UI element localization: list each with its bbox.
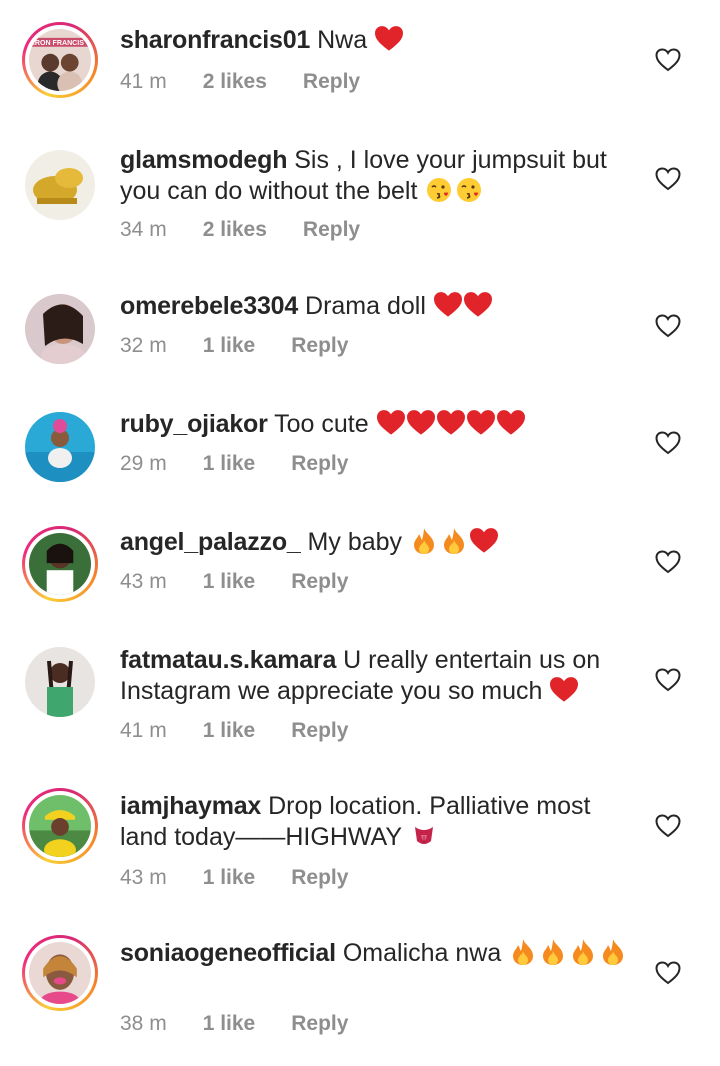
likes-count[interactable]: 1 like	[203, 452, 256, 476]
comment-body: Nwa	[310, 26, 368, 54]
reply-button[interactable]: Reply	[291, 570, 348, 594]
svg-text:ARON FRANCIS T: ARON FRANCIS T	[30, 39, 91, 47]
user-avatar[interactable]	[22, 788, 98, 864]
red-heart-emoji-icon	[496, 410, 525, 436]
like-heart-icon[interactable]	[655, 314, 681, 338]
comment-username[interactable]: glamsmodegh	[120, 146, 287, 174]
like-heart-icon[interactable]	[655, 48, 681, 72]
comment-meta: 41 m 2 likes Reply	[120, 70, 360, 94]
user-avatar[interactable]	[25, 150, 95, 220]
reply-button[interactable]: Reply	[303, 70, 360, 94]
comment-text: angel_palazzo_ My baby	[120, 527, 630, 558]
like-heart-icon[interactable]	[655, 550, 681, 574]
comment-meta: 34 m 2 likes Reply	[120, 218, 360, 242]
red-heart-emoji-icon	[436, 410, 465, 436]
kissing-face-emoji-icon	[425, 177, 453, 203]
reply-button[interactable]: Reply	[291, 1012, 348, 1036]
comment-time: 32 m	[120, 334, 167, 357]
comment-username[interactable]: angel_palazzo_	[120, 528, 301, 556]
red-heart-emoji-icon	[463, 292, 492, 318]
likes-count[interactable]: 1 like	[203, 334, 256, 358]
comment-username[interactable]: iamjhaymax	[120, 792, 261, 820]
comment-time: 29 m	[120, 452, 167, 475]
fire-emoji-icon	[509, 939, 537, 965]
red-heart-emoji-icon	[406, 410, 435, 436]
comment-time: 38 m	[120, 1012, 167, 1035]
fire-emoji-icon	[539, 939, 567, 965]
comment-meta: 41 m 1 like Reply	[120, 719, 348, 743]
fire-emoji-icon	[410, 528, 438, 554]
comment-username[interactable]: ruby_ojiakor	[120, 410, 268, 438]
comment-text: omerebele3304 Drama doll	[120, 291, 630, 322]
like-heart-icon[interactable]	[655, 814, 681, 838]
red-heart-emoji-icon	[550, 677, 579, 703]
reply-button[interactable]: Reply	[303, 218, 360, 242]
comment-time: 41 m	[120, 719, 167, 742]
comment-meta: 32 m 1 like Reply	[120, 334, 348, 358]
red-heart-emoji-icon	[376, 410, 405, 436]
red-heart-emoji-icon	[375, 26, 404, 52]
like-heart-icon[interactable]	[655, 668, 681, 692]
red-heart-emoji-icon	[470, 528, 498, 554]
comment-body: Too cute	[267, 410, 369, 438]
user-avatar[interactable]	[25, 412, 95, 482]
reply-button[interactable]: Reply	[291, 866, 348, 890]
fire-emoji-icon	[440, 528, 468, 554]
comment-text: iamjhaymax Drop location. Palliative mos…	[120, 791, 630, 853]
comment-text: soniaogeneofficial Omalicha nwa	[120, 938, 630, 969]
comment-username[interactable]: omerebele3304	[120, 292, 298, 320]
comment-time: 34 m	[120, 218, 167, 241]
like-heart-icon[interactable]	[655, 961, 681, 985]
comment-username[interactable]: sharonfrancis01	[120, 26, 310, 54]
comment-username[interactable]: fatmatau.s.kamara	[120, 646, 336, 674]
reply-button[interactable]: Reply	[291, 334, 348, 358]
like-heart-icon[interactable]	[655, 167, 681, 191]
comment-text: glamsmodegh Sis , I love your jumpsuit b…	[120, 145, 630, 207]
likes-count[interactable]: 2 likes	[203, 218, 267, 242]
user-avatar[interactable]	[25, 647, 95, 717]
comment-body: My baby	[300, 528, 403, 556]
user-avatar[interactable]	[22, 935, 98, 1011]
comment-time: 43 m	[120, 570, 167, 593]
comment-meta: 29 m 1 like Reply	[120, 452, 348, 476]
comment-time: 41 m	[120, 70, 167, 93]
likes-count[interactable]: 1 like	[203, 719, 256, 743]
reply-button[interactable]: Reply	[291, 719, 348, 743]
red-heart-emoji-icon	[433, 292, 462, 318]
user-avatar[interactable]: ARON FRANCIS T	[22, 22, 98, 98]
red-heart-emoji-icon	[466, 410, 495, 436]
user-avatar[interactable]	[22, 526, 98, 602]
fire-emoji-icon	[569, 939, 597, 965]
likes-count[interactable]: 2 likes	[203, 70, 267, 94]
likes-count[interactable]: 1 like	[203, 1012, 256, 1036]
comment-time: 43 m	[120, 866, 167, 889]
comment-username[interactable]: soniaogeneofficial	[120, 939, 336, 967]
tongue-face-emoji-icon	[410, 823, 438, 849]
likes-count[interactable]: 1 like	[203, 866, 256, 890]
kissing-face-emoji-icon	[455, 177, 483, 203]
comment-meta: 38 m 1 like Reply	[120, 1012, 348, 1036]
like-heart-icon[interactable]	[655, 431, 681, 455]
fire-emoji-icon	[599, 939, 627, 965]
comment-text: ruby_ojiakor Too cute	[120, 409, 630, 440]
reply-button[interactable]: Reply	[291, 452, 348, 476]
comment-meta: 43 m 1 like Reply	[120, 866, 348, 890]
comment-text: sharonfrancis01 Nwa	[120, 25, 630, 56]
comment-meta: 43 m 1 like Reply	[120, 570, 348, 594]
comment-text: fatmatau.s.kamara U really entertain us …	[120, 645, 630, 707]
comment-body: Omalicha nwa	[335, 939, 502, 967]
comment-body: Drama doll	[298, 292, 426, 320]
likes-count[interactable]: 1 like	[203, 570, 256, 594]
user-avatar[interactable]	[25, 294, 95, 364]
